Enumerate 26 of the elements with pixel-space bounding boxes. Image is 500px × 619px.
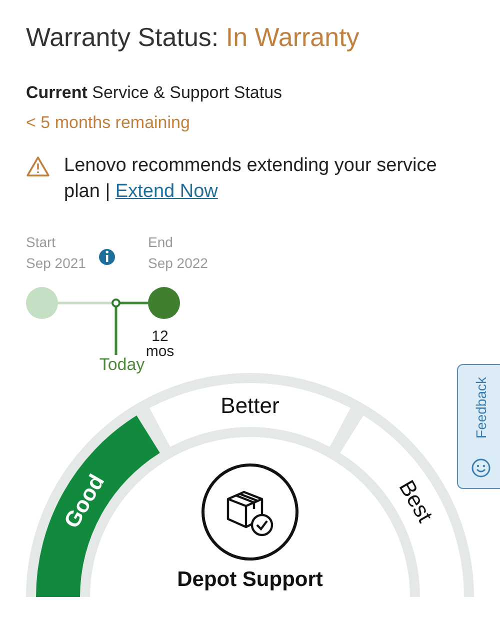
alert-message: Lenovo recommends extending your service plan | Extend Now	[64, 154, 438, 204]
warning-icon	[26, 156, 50, 177]
section-heading: Current Service & Support Status	[26, 83, 284, 103]
start-label: Start	[26, 234, 56, 250]
end-label: End	[148, 234, 173, 250]
duration-unit: mos	[146, 343, 174, 360]
smiley-icon	[471, 458, 491, 478]
today-line	[114, 307, 118, 355]
plan-name: Depot Support	[177, 568, 323, 591]
page-title: Warranty Status:	[26, 22, 219, 52]
remaining-time: < 5 months remaining	[26, 113, 191, 133]
plan-tier-segment[interactable]	[36, 416, 160, 597]
today-label: Today	[99, 355, 145, 374]
duration-value: 12	[152, 328, 168, 345]
start-dot	[26, 287, 58, 319]
today-marker	[112, 298, 120, 308]
extend-now-link[interactable]: Extend Now	[115, 181, 218, 202]
end-dot	[148, 287, 180, 319]
info-icon[interactable]	[99, 249, 115, 265]
start-date: Sep 2021	[26, 255, 86, 271]
package-check-icon	[202, 464, 298, 560]
feedback-tab[interactable]: Feedback	[457, 364, 500, 489]
end-date: Sep 2022	[148, 255, 208, 271]
plan-tier-segment[interactable]	[150, 383, 350, 447]
plan-tier-label: Better	[220, 392, 280, 418]
warranty-status: In Warranty	[226, 22, 360, 52]
